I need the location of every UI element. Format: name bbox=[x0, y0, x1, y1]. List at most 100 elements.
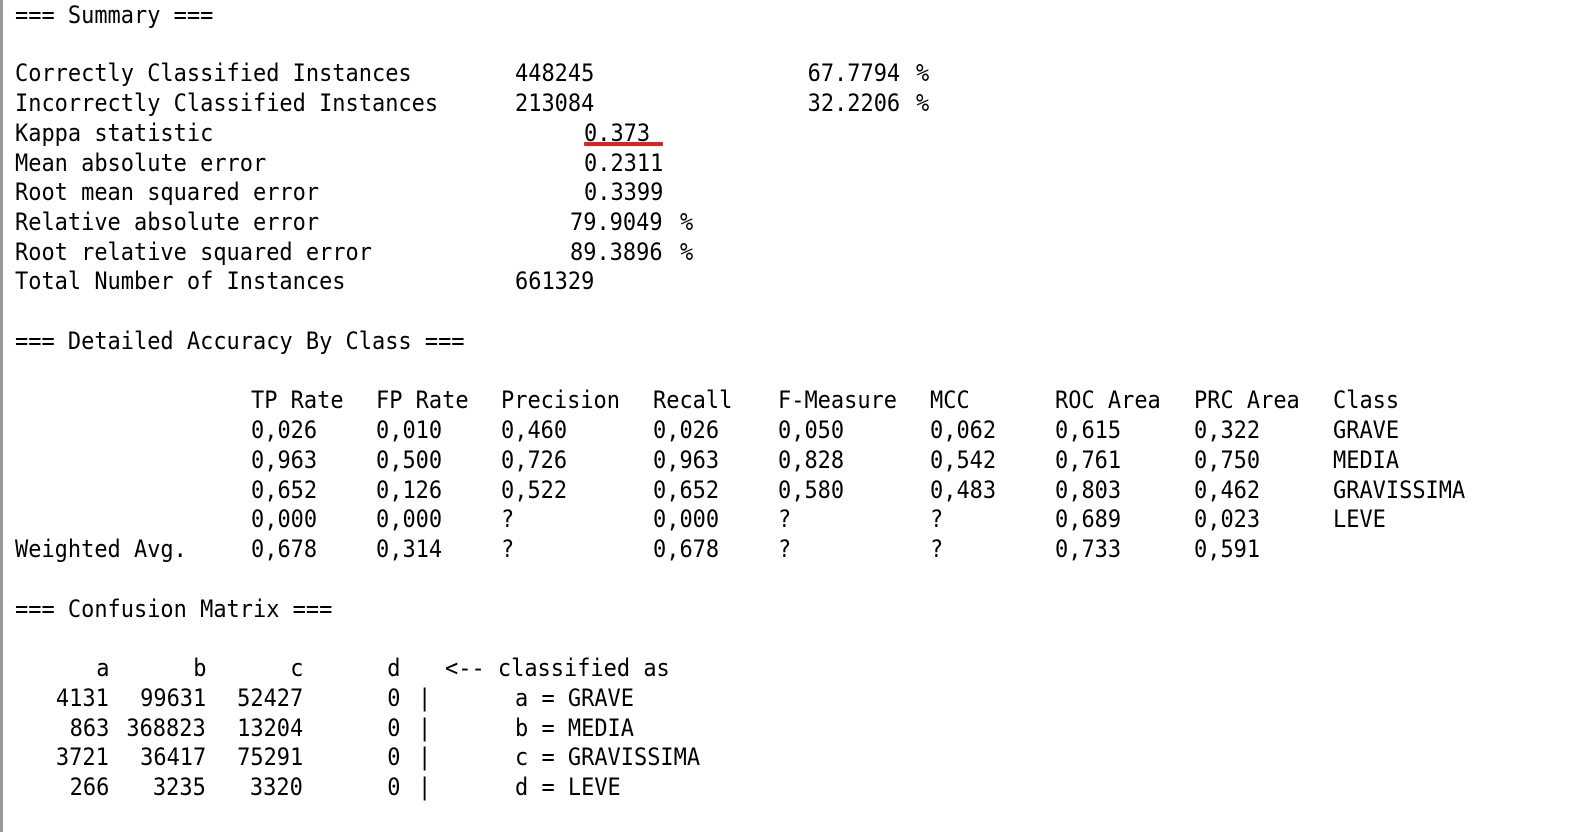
accuracy-cell: 0,026 bbox=[653, 416, 720, 444]
accuracy-cell: 0,761 bbox=[1055, 446, 1122, 474]
confusion-cell: 75291 bbox=[236, 743, 303, 771]
confusion-cell: 13204 bbox=[236, 714, 303, 742]
column-header: TP Rate bbox=[251, 386, 344, 414]
accuracy-cell: 0,963 bbox=[653, 446, 720, 474]
accuracy-cell: 0,542 bbox=[930, 446, 997, 474]
summary-unit: % bbox=[680, 238, 694, 266]
accuracy-cell: 0,062 bbox=[930, 416, 997, 444]
summary-label: Root mean squared error bbox=[15, 178, 320, 206]
summary-label: Total Number of Instances bbox=[15, 267, 346, 295]
accuracy-cell: 0,000 bbox=[251, 505, 318, 533]
accuracy-cell: 0,023 bbox=[1194, 505, 1261, 533]
accuracy-cell: 0,460 bbox=[501, 416, 568, 444]
summary-value: 79.9049 bbox=[570, 208, 663, 236]
column-header: PRC Area bbox=[1194, 386, 1300, 414]
kappa-highlight-underline bbox=[584, 142, 663, 146]
accuracy-cell: ? bbox=[930, 535, 944, 563]
confusion-col-header: a bbox=[95, 654, 109, 682]
confusion-cell: 863 bbox=[69, 714, 109, 742]
column-header: ROC Area bbox=[1055, 386, 1161, 414]
summary-value: 213084 bbox=[515, 89, 595, 117]
accuracy-class: GRAVISSIMA bbox=[1333, 476, 1466, 504]
summary-value: 0.2311 bbox=[584, 149, 664, 177]
confusion-legend: b = MEDIA bbox=[515, 714, 634, 742]
confusion-separator: | bbox=[418, 773, 432, 801]
confusion-col-header: c bbox=[289, 654, 303, 682]
accuracy-cell: ? bbox=[778, 535, 792, 563]
accuracy-class: LEVE bbox=[1333, 505, 1386, 533]
accuracy-cell: 0,963 bbox=[251, 446, 318, 474]
summary-label: Relative absolute error bbox=[15, 208, 320, 236]
accuracy-cell: 0,010 bbox=[376, 416, 443, 444]
accuracy-cell: ? bbox=[501, 505, 515, 533]
confusion-separator: | bbox=[418, 714, 432, 742]
accuracy-cell: 0,678 bbox=[653, 535, 720, 563]
accuracy-cell: 0,000 bbox=[376, 505, 443, 533]
accuracy-cell: 0,828 bbox=[778, 446, 845, 474]
accuracy-cell: 0,803 bbox=[1055, 476, 1122, 504]
accuracy-cell: 0,483 bbox=[930, 476, 997, 504]
summary-percent: 67.7794 bbox=[807, 59, 900, 87]
confusion-separator: | bbox=[418, 684, 432, 712]
accuracy-cell: 0,678 bbox=[251, 535, 318, 563]
confusion-col-header: d bbox=[386, 654, 400, 682]
confusion-col-header: b bbox=[192, 654, 206, 682]
confusion-cell: 0 bbox=[386, 773, 400, 801]
summary-header: === Summary === bbox=[15, 1, 214, 29]
column-header: MCC bbox=[930, 386, 970, 414]
accuracy-cell: 0,726 bbox=[501, 446, 568, 474]
column-header: Recall bbox=[653, 386, 733, 414]
confusion-cell: 36417 bbox=[139, 743, 206, 771]
summary-unit: % bbox=[680, 208, 694, 236]
confusion-cell: 0 bbox=[386, 684, 400, 712]
accuracy-cell: ? bbox=[501, 535, 515, 563]
accuracy-cell: 0,500 bbox=[376, 446, 443, 474]
accuracy-cell: 0,050 bbox=[778, 416, 845, 444]
summary-percent: 32.2206 bbox=[807, 89, 900, 117]
accuracy-cell: 0,615 bbox=[1055, 416, 1122, 444]
accuracy-cell: 0,733 bbox=[1055, 535, 1122, 563]
summary-label: Kappa statistic bbox=[15, 119, 214, 147]
confusion-cell: 3235 bbox=[153, 773, 206, 801]
summary-value: 0.3399 bbox=[584, 178, 664, 206]
column-header: Class bbox=[1333, 386, 1400, 414]
accuracy-cell: 0,026 bbox=[251, 416, 318, 444]
summary-value: 448245 bbox=[515, 59, 595, 87]
accuracy-cell: 0,126 bbox=[376, 476, 443, 504]
accuracy-cell: 0,652 bbox=[251, 476, 318, 504]
confusion-cell: 3721 bbox=[56, 743, 109, 771]
confusion-cell: 3320 bbox=[250, 773, 303, 801]
confusion-cell: 266 bbox=[69, 773, 109, 801]
accuracy-header: === Detailed Accuracy By Class === bbox=[15, 327, 465, 355]
confusion-cell: 52427 bbox=[236, 684, 303, 712]
summary-label: Incorrectly Classified Instances bbox=[15, 89, 439, 117]
confusion-header: === Confusion Matrix === bbox=[15, 595, 333, 623]
confusion-legend: c = GRAVISSIMA bbox=[515, 743, 701, 771]
summary-label: Root relative squared error bbox=[15, 238, 372, 266]
confusion-cell: 368823 bbox=[126, 714, 206, 742]
accuracy-cell: 0,522 bbox=[501, 476, 568, 504]
confusion-cell: 0 bbox=[386, 743, 400, 771]
confusion-legend: a = GRAVE bbox=[515, 684, 634, 712]
summary-label: Mean absolute error bbox=[15, 149, 267, 177]
accuracy-cell: 0,580 bbox=[778, 476, 845, 504]
confusion-legend: d = LEVE bbox=[515, 773, 621, 801]
accuracy-cell: 0,689 bbox=[1055, 505, 1122, 533]
summary-label: Correctly Classified Instances bbox=[15, 59, 412, 87]
column-header: Precision bbox=[501, 386, 620, 414]
accuracy-cell: 0,462 bbox=[1194, 476, 1261, 504]
weighted-avg-label: Weighted Avg. bbox=[15, 535, 187, 563]
summary-value: 89.3896 bbox=[570, 238, 663, 266]
accuracy-cell: 0,750 bbox=[1194, 446, 1261, 474]
accuracy-cell: 0,322 bbox=[1194, 416, 1261, 444]
summary-unit: % bbox=[916, 89, 930, 117]
output-text-area: === Summary === Correctly Classified Ins… bbox=[0, 0, 1582, 832]
confusion-cell: 99631 bbox=[139, 684, 206, 712]
column-header: FP Rate bbox=[376, 386, 469, 414]
accuracy-class: MEDIA bbox=[1333, 446, 1400, 474]
accuracy-cell: 0,000 bbox=[653, 505, 720, 533]
confusion-separator: | bbox=[418, 743, 432, 771]
summary-value: 661329 bbox=[515, 267, 595, 295]
accuracy-cell: ? bbox=[778, 505, 792, 533]
summary-unit: % bbox=[916, 59, 930, 87]
